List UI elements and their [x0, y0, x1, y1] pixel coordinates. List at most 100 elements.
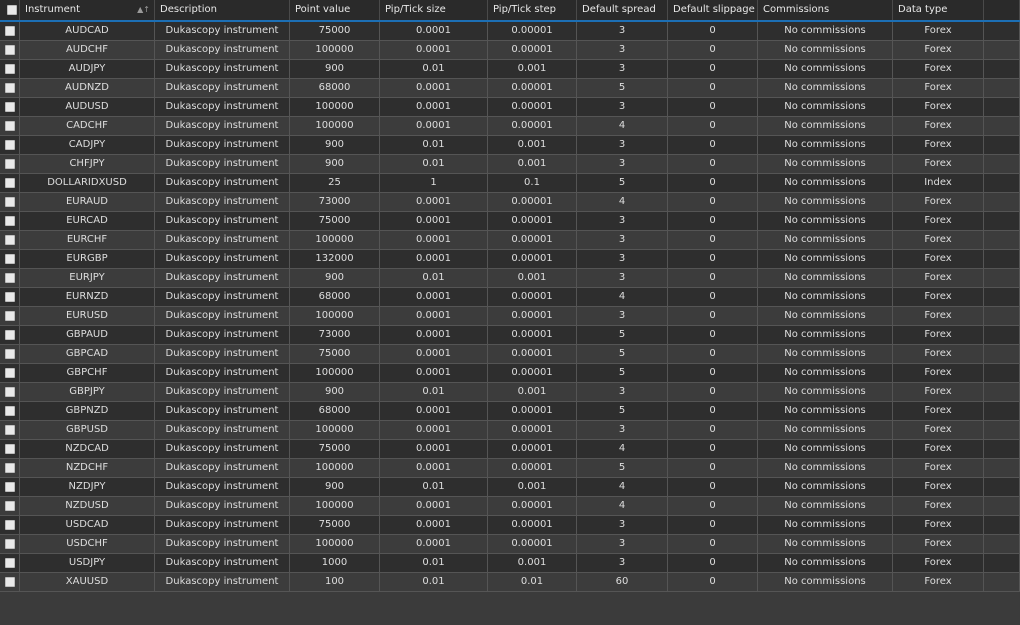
table-row[interactable]: GBPJPY Dukascopy instrument 900 0.01 0.001 3 0…	[0, 383, 1020, 402]
description-cell: Dukascopy instrument	[155, 364, 290, 382]
table-row[interactable]: USDCHF Dukascopy instrument 100000 0.0001 0.…	[0, 535, 1020, 554]
row-checkbox[interactable]	[4, 311, 15, 321]
column-header-default-spread[interactable]: Default spread	[577, 0, 668, 20]
pip-tick-step-cell: 0.00001	[488, 193, 577, 211]
row-checkbox[interactable]	[4, 406, 15, 416]
default-spread-cell: 5	[577, 459, 668, 477]
row-checkbox[interactable]	[4, 425, 15, 435]
row-select-cell	[0, 535, 20, 553]
instrument-cell: EURGBP	[20, 250, 155, 268]
table-row[interactable]: NZDJPY Dukascopy instrument 900 0.01 0.001 4 0…	[0, 478, 1020, 497]
table-row[interactable]: AUDNZD Dukascopy instrument 68000 0.0001 0.0…	[0, 79, 1020, 98]
row-checkbox[interactable]	[4, 349, 15, 359]
row-checkbox[interactable]	[4, 178, 15, 188]
row-checkbox[interactable]	[4, 482, 15, 492]
row-checkbox[interactable]	[4, 577, 15, 587]
table-row[interactable]: USDCAD Dukascopy instrument 75000 0.0001 0.0…	[0, 516, 1020, 535]
row-checkbox[interactable]	[4, 463, 15, 473]
row-select-cell	[0, 41, 20, 59]
table-row[interactable]: CHFJPY Dukascopy instrument 900 0.01 0.001 3 0…	[0, 155, 1020, 174]
data-type-cell: Forex	[893, 307, 984, 325]
table-row[interactable]: GBPUSD Dukascopy instrument 100000 0.0001 0.…	[0, 421, 1020, 440]
row-select-cell	[0, 250, 20, 268]
table-row[interactable]: EURCAD Dukascopy instrument 75000 0.0001 0.0…	[0, 212, 1020, 231]
row-checkbox[interactable]	[4, 102, 15, 112]
table-row[interactable]: CADJPY Dukascopy instrument 900 0.01 0.001 3 0…	[0, 136, 1020, 155]
pip-tick-size-cell: 0.0001	[380, 98, 488, 116]
table-row[interactable]: EURJPY Dukascopy instrument 900 0.01 0.001 3 0…	[0, 269, 1020, 288]
instruments-table: Instrument ▲↑ Description Point value Pi…	[0, 0, 1020, 592]
filler-cell	[984, 41, 1020, 59]
table-row[interactable]: GBPAUD Dukascopy instrument 73000 0.0001 0.0…	[0, 326, 1020, 345]
column-header-pip-tick-size[interactable]: Pip/Tick size	[380, 0, 488, 20]
row-checkbox[interactable]	[4, 83, 15, 93]
table-row[interactable]: EURCHF Dukascopy instrument 100000 0.0001 0.…	[0, 231, 1020, 250]
select-all-checkbox[interactable]	[7, 5, 17, 15]
row-select-cell	[0, 364, 20, 382]
table-row[interactable]: GBPCHF Dukascopy instrument 100000 0.0001 0.…	[0, 364, 1020, 383]
row-checkbox[interactable]	[4, 444, 15, 454]
row-checkbox[interactable]	[4, 159, 15, 169]
row-checkbox[interactable]	[4, 216, 15, 226]
filler-cell	[984, 554, 1020, 572]
table-row[interactable]: EURUSD Dukascopy instrument 100000 0.0001 0.…	[0, 307, 1020, 326]
point-value-cell: 132000	[290, 250, 380, 268]
description-cell: Dukascopy instrument	[155, 554, 290, 572]
row-checkbox[interactable]	[4, 45, 15, 55]
pip-tick-size-cell: 0.0001	[380, 516, 488, 534]
pip-tick-size-cell: 0.0001	[380, 250, 488, 268]
table-row[interactable]: XAUUSD Dukascopy instrument 100 0.01 0.01 60 0…	[0, 573, 1020, 592]
row-checkbox[interactable]	[4, 254, 15, 264]
column-header-instrument[interactable]: Instrument ▲↑	[20, 0, 155, 20]
pip-tick-step-cell: 0.00001	[488, 98, 577, 116]
default-spread-cell: 4	[577, 440, 668, 458]
column-header-point-value[interactable]: Point value	[290, 0, 380, 20]
pip-tick-step-cell: 0.00001	[488, 288, 577, 306]
table-row[interactable]: GBPNZD Dukascopy instrument 68000 0.0001 0.0…	[0, 402, 1020, 421]
table-row[interactable]: AUDUSD Dukascopy instrument 100000 0.0001 0.…	[0, 98, 1020, 117]
table-row[interactable]: NZDCHF Dukascopy instrument 100000 0.0001 0.…	[0, 459, 1020, 478]
table-row[interactable]: EURNZD Dukascopy instrument 68000 0.0001 0.0…	[0, 288, 1020, 307]
table-row[interactable]: AUDCAD Dukascopy instrument 75000 0.0001 0.0…	[0, 22, 1020, 41]
default-spread-cell: 3	[577, 212, 668, 230]
row-checkbox[interactable]	[4, 64, 15, 74]
row-checkbox[interactable]	[4, 387, 15, 397]
row-checkbox[interactable]	[4, 558, 15, 568]
pip-tick-size-cell: 0.01	[380, 573, 488, 591]
table-row[interactable]: DOLLARIDXUSD Dukascopy instrument 25 1 0.1 5 0…	[0, 174, 1020, 193]
table-row[interactable]: EURAUD Dukascopy instrument 73000 0.0001 0.0…	[0, 193, 1020, 212]
data-type-cell: Forex	[893, 516, 984, 534]
row-checkbox[interactable]	[4, 273, 15, 283]
description-cell: Dukascopy instrument	[155, 383, 290, 401]
row-checkbox[interactable]	[4, 330, 15, 340]
column-header-pip-tick-step[interactable]: Pip/Tick step	[488, 0, 577, 20]
table-row[interactable]: CADCHF Dukascopy instrument 100000 0.0001 0.…	[0, 117, 1020, 136]
column-header-description[interactable]: Description	[155, 0, 290, 20]
table-row[interactable]: NZDCAD Dukascopy instrument 75000 0.0001 0.0…	[0, 440, 1020, 459]
table-row[interactable]: EURGBP Dukascopy instrument 132000 0.0001 0.…	[0, 250, 1020, 269]
table-row[interactable]: AUDCHF Dukascopy instrument 100000 0.0001 0.…	[0, 41, 1020, 60]
filler-cell	[984, 250, 1020, 268]
point-value-cell: 75000	[290, 516, 380, 534]
row-checkbox[interactable]	[4, 121, 15, 131]
table-row[interactable]: USDJPY Dukascopy instrument 1000 0.01 0.001 3…	[0, 554, 1020, 573]
column-header-data-type[interactable]: Data type	[893, 0, 984, 20]
table-row[interactable]: AUDJPY Dukascopy instrument 900 0.01 0.001 3 0…	[0, 60, 1020, 79]
row-checkbox[interactable]	[4, 292, 15, 302]
description-cell: Dukascopy instrument	[155, 174, 290, 192]
column-header-commissions[interactable]: Commissions	[758, 0, 893, 20]
pip-tick-size-cell: 0.0001	[380, 307, 488, 325]
row-checkbox[interactable]	[4, 235, 15, 245]
instrument-cell: GBPJPY	[20, 383, 155, 401]
row-checkbox[interactable]	[4, 539, 15, 549]
table-row[interactable]: GBPCAD Dukascopy instrument 75000 0.0001 0.0…	[0, 345, 1020, 364]
row-checkbox[interactable]	[4, 368, 15, 378]
row-checkbox[interactable]	[4, 26, 15, 36]
row-checkbox[interactable]	[4, 520, 15, 530]
row-checkbox[interactable]	[4, 140, 15, 150]
table-row[interactable]: NZDUSD Dukascopy instrument 100000 0.0001 0.…	[0, 497, 1020, 516]
row-checkbox[interactable]	[4, 501, 15, 511]
row-checkbox[interactable]	[4, 197, 15, 207]
column-header-default-slippage[interactable]: Default slippage	[668, 0, 758, 20]
pip-tick-step-cell: 0.1	[488, 174, 577, 192]
